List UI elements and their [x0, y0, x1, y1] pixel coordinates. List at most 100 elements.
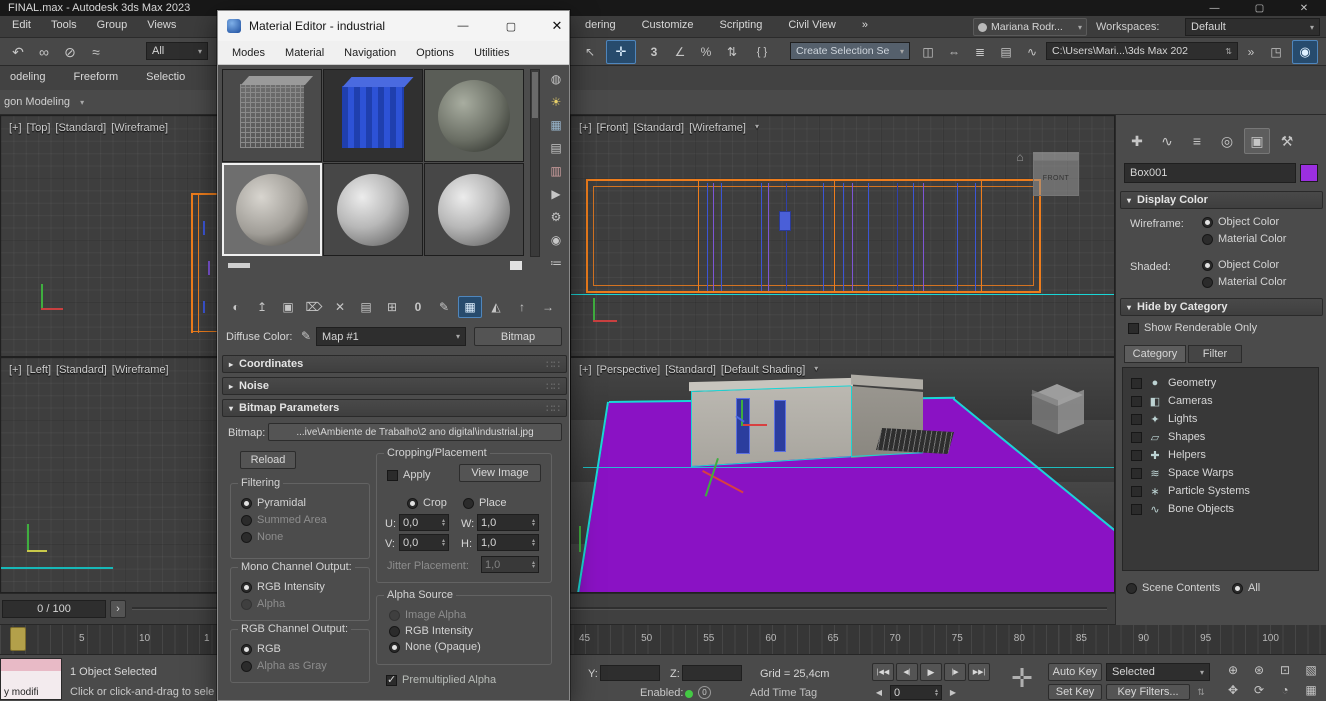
- zoom-icon[interactable]: ⊕: [1222, 661, 1244, 679]
- map-type-button[interactable]: Bitmap: [474, 327, 562, 346]
- category-checkbox[interactable]: [1131, 486, 1142, 497]
- image-alpha-radio[interactable]: Image Alpha: [389, 608, 466, 622]
- sample-type-icon[interactable]: ◍: [546, 69, 566, 89]
- frame-back-icon[interactable]: ◀: [872, 685, 886, 699]
- previous-frame-button[interactable]: ◀|: [896, 663, 918, 681]
- select-and-move-icon[interactable]: ✛: [606, 40, 636, 64]
- reload-button[interactable]: Reload: [240, 451, 296, 469]
- selection-filter-dropdown[interactable]: All ▾: [146, 42, 208, 60]
- workspace-dropdown[interactable]: Default ▾: [1185, 18, 1320, 36]
- category-row[interactable]: ✦ Lights: [1123, 410, 1318, 428]
- modify-tab-icon[interactable]: ∿: [1154, 128, 1180, 154]
- zoom-extents-icon[interactable]: ⊡: [1274, 661, 1296, 679]
- premultiplied-alpha-checkbox[interactable]: Premultiplied Alpha: [386, 673, 496, 687]
- bind-to-space-warp-icon[interactable]: ≈: [84, 41, 108, 63]
- chevron-down-icon[interactable]: ▾: [751, 122, 759, 134]
- place-radio[interactable]: Place: [463, 496, 507, 510]
- menu-item[interactable]: Edit: [2, 16, 41, 34]
- options-icon[interactable]: ⚙: [546, 207, 566, 227]
- ribbon-tab[interactable]: Selectio: [136, 68, 195, 86]
- field-of-view-icon[interactable]: ◔: [1274, 681, 1296, 699]
- named-selection-set-input[interactable]: Create Selection Se ▾: [790, 42, 910, 60]
- home-icon[interactable]: ⌂: [1013, 150, 1027, 164]
- viewport-menu-standard[interactable]: [Standard]: [633, 122, 684, 134]
- angle-snap-icon[interactable]: ∠: [668, 41, 692, 63]
- dialog-menu-item[interactable]: Modes: [222, 44, 275, 62]
- ribbon-tab[interactable]: Freeform: [63, 68, 128, 86]
- dialog-menu-item[interactable]: Utilities: [464, 44, 519, 62]
- category-checkbox[interactable]: [1131, 432, 1142, 443]
- spinner-snap-icon[interactable]: ⇅: [720, 41, 744, 63]
- zoom-all-icon[interactable]: ⊛: [1248, 661, 1270, 679]
- frame-forward-icon[interactable]: ▶: [946, 685, 960, 699]
- alpha-radio[interactable]: Alpha: [241, 597, 285, 611]
- dialog-titlebar[interactable]: Material Editor - industrial — ▢ ✕: [218, 11, 569, 41]
- auto-key-button[interactable]: Auto Key: [1048, 663, 1102, 681]
- key-filters-button[interactable]: Key Filters...: [1106, 684, 1190, 700]
- time-slider[interactable]: 0 / 100: [2, 600, 106, 618]
- display-tab-icon[interactable]: ▣: [1244, 128, 1270, 154]
- put-to-scene-icon[interactable]: ↥: [250, 297, 274, 317]
- maximize-icon[interactable]: ▢: [1237, 0, 1282, 16]
- dialog-menu-item[interactable]: Options: [406, 44, 464, 62]
- track-bar[interactable]: 5 10 1 4550556065707580859095100: [0, 625, 1326, 655]
- wireframe-object-color-radio[interactable]: Object Color: [1202, 215, 1279, 229]
- get-material-icon[interactable]: ◐: [224, 297, 248, 317]
- viewport-menu-shading[interactable]: [Default Shading]: [721, 364, 805, 376]
- go-to-parent-icon[interactable]: ↑: [510, 297, 534, 317]
- pyramidal-radio[interactable]: Pyramidal: [241, 496, 306, 510]
- w-spinner[interactable]: 1,0▴▾: [477, 514, 539, 531]
- pipette-icon[interactable]: ✎: [298, 328, 314, 344]
- viewport-menu-plus[interactable]: [+]: [579, 364, 592, 376]
- alpha-rgb-intensity-radio[interactable]: RGB Intensity: [389, 624, 473, 638]
- all-radio[interactable]: All: [1232, 581, 1260, 595]
- show-end-result-icon[interactable]: ◭: [484, 297, 508, 317]
- ribbon-tab[interactable]: odeling: [0, 68, 55, 86]
- project-folder-field[interactable]: C:\Users\Mari...\3ds Max 202 ⇅: [1046, 42, 1238, 60]
- perspective-viewport[interactable]: [+] [Perspective] [Standard] [Default Sh…: [570, 357, 1115, 593]
- sample-slot-active[interactable]: [222, 163, 322, 256]
- category-checkbox[interactable]: [1131, 378, 1142, 389]
- sample-slot[interactable]: [424, 163, 524, 256]
- category-row[interactable]: ≋ Space Warps: [1123, 464, 1318, 482]
- motion-tab-icon[interactable]: ◎: [1214, 128, 1240, 154]
- category-checkbox[interactable]: [1131, 468, 1142, 479]
- z-coordinate-field[interactable]: [682, 665, 742, 681]
- frame-number-field[interactable]: 0 ▴▾: [890, 685, 942, 700]
- category-checkbox[interactable]: [1131, 450, 1142, 461]
- menu-item[interactable]: Views: [137, 16, 186, 34]
- sample-resize-handle[interactable]: [510, 261, 522, 270]
- time-slider-marker[interactable]: [10, 627, 26, 651]
- minimize-icon[interactable]: —: [450, 17, 476, 35]
- viewport-menu-shading[interactable]: [Wireframe]: [112, 364, 169, 376]
- map-name-dropdown[interactable]: Map #1 ▾: [316, 327, 466, 346]
- hide-by-category-rollout[interactable]: ▾ Hide by Category: [1120, 298, 1323, 316]
- close-icon[interactable]: ✕: [544, 13, 570, 39]
- rgb-intensity-radio[interactable]: RGB Intensity: [241, 580, 325, 594]
- set-key-button[interactable]: Set Key: [1048, 684, 1102, 700]
- dialog-menu-item[interactable]: Navigation: [334, 44, 406, 62]
- close-icon[interactable]: ✕: [1282, 0, 1326, 16]
- go-forward-sibling-icon[interactable]: →: [536, 297, 560, 317]
- render-setup-icon[interactable]: ◉: [1292, 40, 1318, 64]
- account-menu[interactable]: Mariana Rodr... ▾: [973, 18, 1087, 36]
- scene-contents-radio[interactable]: Scene Contents: [1126, 581, 1220, 595]
- jitter-spinner[interactable]: 1,0▴▾: [481, 556, 539, 573]
- percent-snap-icon[interactable]: %: [694, 41, 718, 63]
- dialog-menu-item[interactable]: Material: [275, 44, 334, 62]
- viewport-menu-plus[interactable]: [+]: [9, 364, 22, 376]
- add-time-tag[interactable]: Add Time Tag: [750, 687, 817, 699]
- apply-checkbox[interactable]: Apply: [387, 468, 431, 482]
- none-filter-radio[interactable]: None: [241, 530, 283, 544]
- render-frame-icon[interactable]: ◳: [1264, 41, 1288, 63]
- hierarchy-tab-icon[interactable]: ≡: [1184, 128, 1210, 154]
- shaded-material-color-radio[interactable]: Material Color: [1202, 275, 1286, 289]
- reset-map-icon[interactable]: ✕: [328, 297, 352, 317]
- category-row[interactable]: ◧ Cameras: [1123, 392, 1318, 410]
- backlight-icon[interactable]: ☀: [546, 92, 566, 112]
- spinner-arrows-icon[interactable]: ⇅: [1194, 684, 1208, 700]
- menu-item[interactable]: Tools: [41, 16, 87, 34]
- viewport-menu-shading[interactable]: [Wireframe]: [111, 122, 168, 134]
- category-row[interactable]: ✚ Helpers: [1123, 446, 1318, 464]
- crop-radio[interactable]: Crop: [407, 496, 447, 510]
